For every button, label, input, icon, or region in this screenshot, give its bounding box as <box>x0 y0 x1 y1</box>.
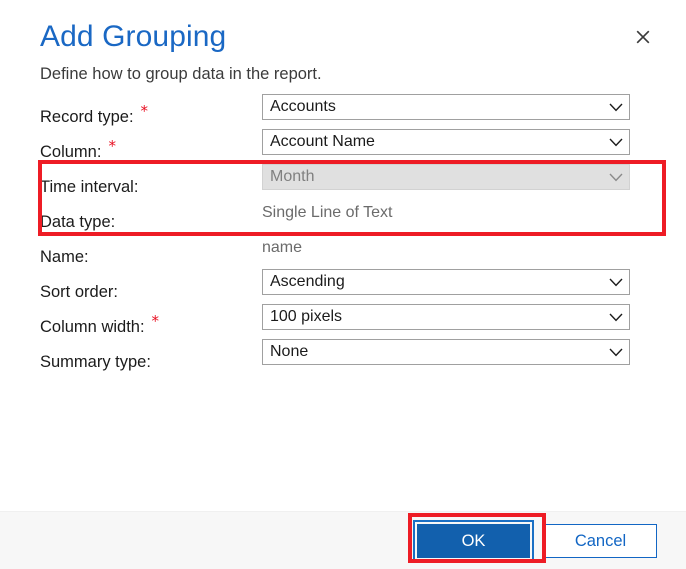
form-row-name: Name: name <box>40 234 646 269</box>
chevron-down-icon <box>609 138 623 147</box>
label-name: Name: <box>40 234 262 267</box>
sort-order-dropdown[interactable]: Ascending <box>262 269 630 295</box>
close-button[interactable] <box>628 22 658 52</box>
chevron-down-icon <box>609 173 623 182</box>
form-row-sort-order: Sort order: Ascending <box>40 269 646 304</box>
summary-type-dropdown[interactable]: None <box>262 339 630 365</box>
control-data-type: Single Line of Text <box>262 199 646 223</box>
label-column: Column: * <box>40 129 262 162</box>
label-column-width: Column width: * <box>40 304 262 337</box>
label-data-type: Data type: <box>40 199 262 232</box>
control-time-interval: Month <box>262 164 646 190</box>
dialog-footer: OK Cancel <box>0 511 686 569</box>
form-row-summary-type: Summary type: None <box>40 339 646 374</box>
time-interval-value: Month <box>270 168 315 185</box>
label-sort-order: Sort order: <box>40 269 262 302</box>
column-width-dropdown[interactable]: 100 pixels <box>262 304 630 330</box>
dialog-header: Add Grouping Define how to group data in… <box>0 0 686 86</box>
chevron-down-icon <box>609 348 623 357</box>
page-title: Add Grouping <box>40 20 227 53</box>
data-type-readonly-value: Single Line of Text <box>262 204 393 221</box>
dialog-body: Record type: * Accounts Column: * Account Nam… <box>0 86 686 511</box>
required-asterisk: * <box>151 311 160 330</box>
ok-button[interactable]: OK <box>413 519 534 562</box>
control-column-width: 100 pixels <box>262 304 646 330</box>
label-text: Time interval: <box>40 178 139 196</box>
required-asterisk: * <box>108 136 116 155</box>
summary-type-value: None <box>270 343 309 360</box>
label-text: Data type: <box>40 213 116 231</box>
cancel-button[interactable]: Cancel <box>544 523 657 558</box>
label-text: Record type: <box>40 108 134 126</box>
control-summary-type: None <box>262 339 646 365</box>
label-text: Sort order: <box>40 283 118 301</box>
form-row-column: Column: * Account Name <box>40 129 646 164</box>
add-grouping-dialog: Add Grouping Define how to group data in… <box>0 0 686 569</box>
label-summary-type: Summary type: <box>40 339 262 372</box>
form-row-column-width: Column width: * 100 pixels <box>40 304 646 339</box>
control-column: Account Name <box>262 129 646 155</box>
record-type-dropdown[interactable]: Accounts <box>262 94 630 120</box>
chevron-down-icon <box>609 103 623 112</box>
sort-order-value: Ascending <box>270 273 345 290</box>
label-text: Column: <box>40 143 102 161</box>
label-text: Summary type: <box>40 353 151 371</box>
time-interval-dropdown: Month <box>262 164 630 190</box>
dialog-subtitle: Define how to group data in the report. <box>40 65 322 83</box>
required-asterisk: * <box>140 101 149 120</box>
column-width-value: 100 pixels <box>270 308 343 325</box>
label-text: Column width: <box>40 318 145 336</box>
control-record-type: Accounts <box>262 94 646 120</box>
control-name: name <box>262 234 646 258</box>
name-readonly-value: name <box>262 239 303 256</box>
label-text: Name: <box>40 248 89 266</box>
close-icon <box>636 30 650 44</box>
label-time-interval: Time interval: <box>40 164 262 197</box>
column-value: Account Name <box>270 133 375 150</box>
chevron-down-icon <box>609 278 623 287</box>
control-sort-order: Ascending <box>262 269 646 295</box>
form-row-time-interval: Time interval: Month <box>40 164 646 199</box>
form-row-data-type: Data type: Single Line of Text <box>40 199 646 234</box>
chevron-down-icon <box>609 313 623 322</box>
label-record-type: Record type: * <box>40 94 262 127</box>
grouping-form: Record type: * Accounts Column: * Account Nam… <box>40 94 646 374</box>
record-type-value: Accounts <box>270 98 336 115</box>
column-dropdown[interactable]: Account Name <box>262 129 630 155</box>
form-row-record-type: Record type: * Accounts <box>40 94 646 129</box>
